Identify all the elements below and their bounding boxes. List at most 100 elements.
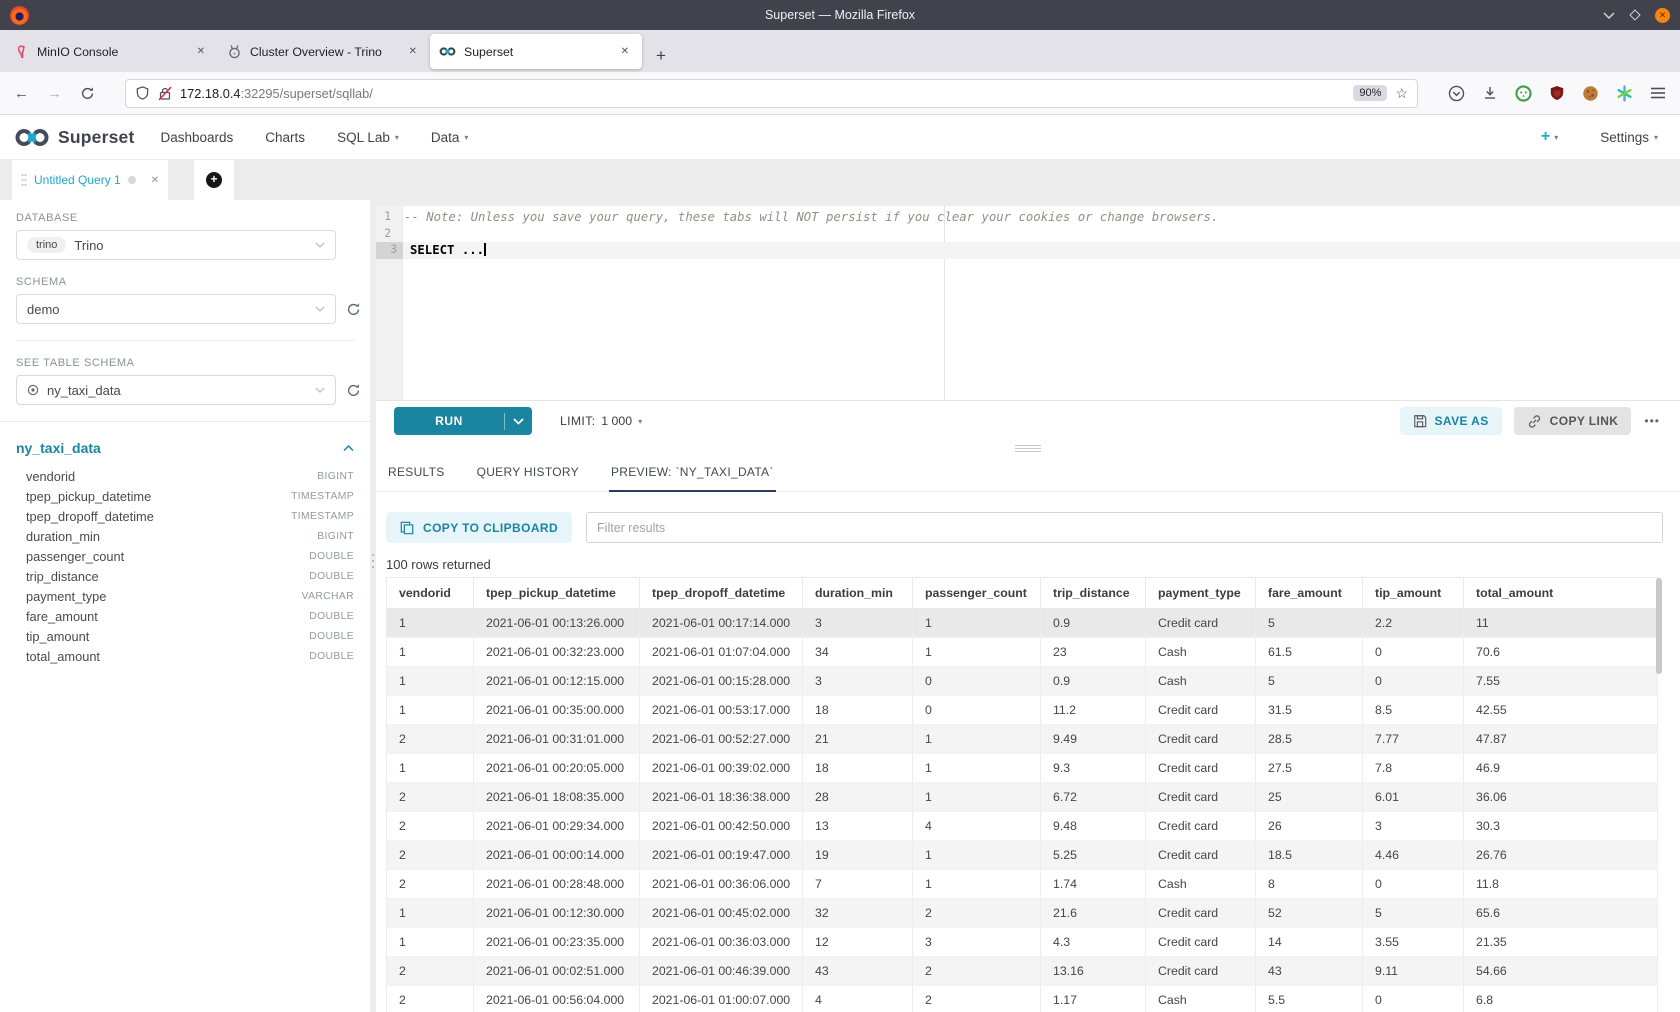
table-row[interactable]: 12021-06-01 00:35:00.0002021-06-01 00:53… [387,696,1658,725]
nav-item-charts[interactable]: Charts [265,130,305,145]
results-tab-preview-ny-taxi-data[interactable]: PREVIEW: `NY_TAXI_DATA` [609,455,776,492]
sql-editor[interactable]: 1-- Note: Unless you save your query, th… [376,206,1680,400]
column-header-payment-type[interactable]: payment_type [1146,578,1256,609]
browser-tab-minio-console[interactable]: MinIO Console [6,34,218,69]
table-row[interactable]: 22021-06-01 18:08:35.0002021-06-01 18:36… [387,783,1658,812]
superset-brand[interactable]: Superset [14,126,135,149]
extension-asterisk-icon[interactable] [1616,85,1633,102]
editor-line-1[interactable]: 1-- Note: Unless you save your query, th… [376,209,1680,226]
forward-button[interactable]: → [47,85,62,102]
refresh-schema-icon[interactable] [344,302,362,317]
schema-column-tip-amount[interactable]: tip_amountDOUBLE [0,626,370,646]
limit-control[interactable]: LIMIT: 1 000 [560,414,642,428]
table-select[interactable]: ny_taxi_data [16,375,336,405]
table-cell: 9.11 [1363,957,1464,986]
database-select[interactable]: trino Trino [16,230,336,260]
insecure-lock-icon[interactable] [158,86,172,101]
column-header-total-amount[interactable]: total_amount [1464,578,1658,609]
pocket-icon[interactable] [1448,85,1465,102]
column-header-duration-min[interactable]: duration_min [803,578,913,609]
schema-select[interactable]: demo [16,294,336,324]
table-row[interactable]: 22021-06-01 00:28:48.0002021-06-01 00:36… [387,870,1658,899]
table-row[interactable]: 22021-06-01 00:29:34.0002021-06-01 00:42… [387,812,1658,841]
download-icon[interactable] [1482,85,1498,101]
column-header-tip-amount[interactable]: tip_amount [1363,578,1464,609]
table-row[interactable]: 12021-06-01 00:13:26.0002021-06-01 00:17… [387,609,1658,638]
editor-line-3[interactable]: 3SELECT ... [376,242,1680,259]
chevron-up-icon[interactable] [343,445,354,452]
zoom-level-badge[interactable]: 90% [1353,85,1387,101]
run-button[interactable]: RUN [394,407,532,435]
save-as-button[interactable]: SAVE AS [1400,407,1502,435]
run-options-chevron-icon[interactable] [505,418,532,425]
minimize-button[interactable] [1603,11,1615,19]
schema-column-total-amount[interactable]: total_amountDOUBLE [0,646,370,666]
table-cell: 2021-06-01 00:36:06.000 [640,870,803,899]
nav-item-dashboards[interactable]: Dashboards [161,130,234,145]
browser-tab-cluster-overview-trino[interactable]: Cluster Overview - Trino [218,34,430,69]
results-tab-results[interactable]: RESULTS [386,455,447,492]
copy-to-clipboard-button[interactable]: COPY TO CLIPBOARD [386,512,572,543]
table-name-heading[interactable]: ny_taxi_data [16,440,101,456]
schema-column-tpep-pickup-datetime[interactable]: tpep_pickup_datetimeTIMESTAMP [0,486,370,506]
copy-icon [400,521,414,535]
table-row[interactable]: 22021-06-01 00:31:01.0002021-06-01 00:52… [387,725,1658,754]
nav-item-data[interactable]: Data [431,130,469,145]
table-row[interactable]: 12021-06-01 00:32:23.0002021-06-01 01:07… [387,638,1658,667]
column-header-fare-amount[interactable]: fare_amount [1256,578,1363,609]
results-tab-query-history[interactable]: QUERY HISTORY [475,455,581,492]
table-cell: 8 [1256,870,1363,899]
table-scrollbar[interactable] [1656,578,1662,674]
copy-link-button[interactable]: COPY LINK [1514,407,1632,435]
more-options-button[interactable]: ••• [1641,414,1663,428]
maximize-button[interactable] [1629,9,1640,20]
new-query-tab-button[interactable] [194,160,234,200]
back-button[interactable]: ← [14,85,29,102]
table-row[interactable]: 22021-06-01 00:02:51.0002021-06-01 00:46… [387,957,1658,986]
schema-column-vendorid[interactable]: vendoridBIGINT [0,466,370,486]
table-row[interactable]: 12021-06-01 00:23:35.0002021-06-01 00:36… [387,928,1658,957]
schema-column-duration-min[interactable]: duration_minBIGINT [0,526,370,546]
close-icon[interactable] [151,175,159,186]
column-header-passenger-count[interactable]: passenger_count [913,578,1041,609]
nav-item-sql-lab[interactable]: SQL Lab [337,130,399,145]
filter-results-input[interactable] [586,512,1663,543]
column-header-tpep-dropoff-datetime[interactable]: tpep_dropoff_datetime [640,578,803,609]
column-header-vendorid[interactable]: vendorid [387,578,474,609]
schema-column-trip-distance[interactable]: trip_distanceDOUBLE [0,566,370,586]
add-new-menu[interactable]: + [1541,128,1558,146]
schema-column-fare-amount[interactable]: fare_amountDOUBLE [0,606,370,626]
settings-menu[interactable]: Settings [1600,130,1658,145]
pane-resize-strip[interactable] [376,441,1680,455]
menu-icon[interactable] [1650,86,1666,100]
column-type: DOUBLE [309,651,354,662]
cookie-extension-icon[interactable] [1582,85,1599,102]
table-row[interactable]: 12021-06-01 00:12:30.0002021-06-01 00:45… [387,899,1658,928]
query-tab-untitled-query-1[interactable]: Untitled Query 1 [12,160,168,200]
reload-button[interactable] [80,86,95,101]
column-header-tpep-pickup-datetime[interactable]: tpep_pickup_datetime [474,578,640,609]
close-icon[interactable] [193,44,209,59]
table-cell: 2021-06-01 18:08:35.000 [474,783,640,812]
bookmark-star-icon[interactable] [1395,85,1408,102]
refresh-table-icon[interactable] [344,383,362,398]
editor-line-2[interactable]: 2 [376,226,1680,243]
table-row[interactable]: 12021-06-01 00:20:05.0002021-06-01 00:39… [387,754,1658,783]
schema-column-payment-type[interactable]: payment_typeVARCHAR [0,586,370,606]
new-tab-button[interactable] [656,47,666,64]
table-row[interactable]: 12021-06-01 00:12:15.0002021-06-01 00:15… [387,667,1658,696]
schema-column-passenger-count[interactable]: passenger_countDOUBLE [0,546,370,566]
url-bar[interactable]: 172.18.0.4:32295/superset/sqllab/ 90% [125,79,1418,108]
close-window-button[interactable] [1655,8,1670,23]
drag-handle-icon[interactable] [21,173,27,187]
table-row[interactable]: 22021-06-01 00:56:04.0002021-06-01 01:00… [387,986,1658,1012]
privacy-badger-icon[interactable] [1515,85,1532,102]
column-header-trip-distance[interactable]: trip_distance [1041,578,1146,609]
close-icon[interactable] [617,44,633,59]
ublock-origin-icon[interactable] [1549,85,1565,101]
table-row[interactable]: 22021-06-01 00:00:14.0002021-06-01 00:19… [387,841,1658,870]
tracking-protection-shield-icon[interactable] [135,85,150,101]
browser-tab-superset[interactable]: Superset [430,34,642,69]
close-icon[interactable] [405,44,421,59]
schema-column-tpep-dropoff-datetime[interactable]: tpep_dropoff_datetimeTIMESTAMP [0,506,370,526]
